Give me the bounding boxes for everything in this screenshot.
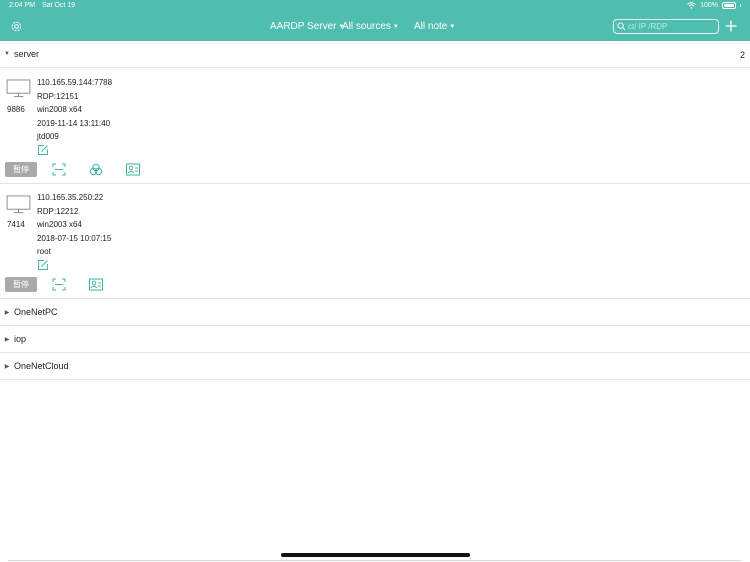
pause-button[interactable]: 暂停 bbox=[5, 162, 37, 177]
user-card-icon[interactable] bbox=[126, 163, 140, 176]
fullscreen-icon[interactable] bbox=[52, 163, 66, 176]
nav-bar: AARDP Server ▼ All sources ▼ All note ▼ bbox=[0, 13, 750, 41]
battery-percent: 100% bbox=[700, 2, 718, 9]
server-menu-label: AARDP Server bbox=[270, 21, 337, 32]
gear-icon[interactable] bbox=[10, 20, 23, 33]
chevron-right-icon: ▶ bbox=[4, 363, 10, 370]
sources-menu[interactable]: All sources ▼ bbox=[342, 21, 399, 32]
entry-rdp: RDP:12212 bbox=[37, 207, 79, 216]
entry-user: root bbox=[37, 247, 51, 256]
status-right: 100% bbox=[687, 2, 741, 9]
sources-menu-label: All sources bbox=[342, 21, 391, 32]
entry-id: 7414 bbox=[7, 220, 25, 229]
chevron-down-icon: ▼ bbox=[449, 23, 456, 30]
pause-button[interactable]: 暂停 bbox=[5, 277, 37, 292]
group-name: OneNetPC bbox=[14, 307, 58, 317]
bottom-divider bbox=[8, 560, 742, 561]
monitor-icon bbox=[6, 79, 31, 98]
group-count: 2 bbox=[739, 50, 745, 60]
group-header-onenetpc[interactable]: ▶ OneNetPC bbox=[0, 299, 750, 326]
entry-address: 110.165.35.250:22 bbox=[37, 193, 104, 202]
group-header-onenetcloud[interactable]: ▶ OneNetCloud bbox=[0, 353, 750, 380]
fullscreen-icon[interactable] bbox=[52, 278, 66, 291]
entry-id: 9886 bbox=[7, 105, 25, 114]
entry-datetime: 2019-11-14 13:11:40 bbox=[37, 119, 111, 128]
status-bar: 2:04 PM Sat Oct 19 100% bbox=[0, 0, 750, 13]
search-icon bbox=[617, 22, 626, 31]
status-date: Sat Oct 19 bbox=[42, 2, 76, 9]
wifi-icon bbox=[687, 2, 696, 9]
chevron-right-icon: ▶ bbox=[4, 336, 10, 343]
server-entry[interactable]: 9886 110.165.59.144:7788 RDP:12151 win20… bbox=[0, 68, 750, 184]
chevron-down-icon: ▼ bbox=[392, 23, 399, 30]
user-card-icon[interactable] bbox=[89, 278, 103, 291]
entry-address: 110.165.59.144:7788 bbox=[37, 78, 113, 87]
plus-icon[interactable] bbox=[724, 19, 738, 33]
chevron-down-icon: ▼ bbox=[4, 51, 10, 57]
home-indicator bbox=[281, 553, 470, 557]
monitor-icon bbox=[6, 195, 31, 214]
group-header-iop[interactable]: ▶ iop bbox=[0, 326, 750, 353]
note-menu[interactable]: All note ▼ bbox=[414, 21, 455, 32]
top-bar: 2:04 PM Sat Oct 19 100% AARDP Server ▼ A… bbox=[0, 0, 750, 41]
group-name: iop bbox=[14, 334, 27, 344]
entry-os: win2003 x64 bbox=[37, 220, 82, 229]
entry-datetime: 2018-07-15 10:07:15 bbox=[37, 234, 112, 243]
battery-tip bbox=[740, 4, 741, 7]
note-menu-label: All note bbox=[414, 21, 448, 32]
search-box bbox=[613, 19, 719, 34]
search-input[interactable] bbox=[628, 22, 716, 31]
server-menu[interactable]: AARDP Server ▼ bbox=[270, 21, 344, 32]
edit-icon[interactable] bbox=[37, 144, 49, 156]
group-name: server bbox=[14, 49, 40, 59]
edit-icon[interactable] bbox=[37, 259, 49, 271]
entry-user: jtd009 bbox=[37, 132, 59, 141]
group-header-server[interactable]: ▼ server 2 bbox=[0, 41, 750, 68]
status-time: 2:04 PM bbox=[9, 2, 36, 9]
battery-icon bbox=[722, 2, 736, 9]
server-entry[interactable]: 7414 110.165.35.250:22 RDP:12212 win2003… bbox=[0, 184, 750, 299]
entry-os: win2008 x64 bbox=[37, 105, 82, 114]
entry-rdp: RDP:12151 bbox=[37, 92, 79, 101]
link-icon[interactable] bbox=[89, 163, 103, 176]
group-name: OneNetCloud bbox=[14, 361, 69, 371]
chevron-right-icon: ▶ bbox=[4, 309, 10, 316]
